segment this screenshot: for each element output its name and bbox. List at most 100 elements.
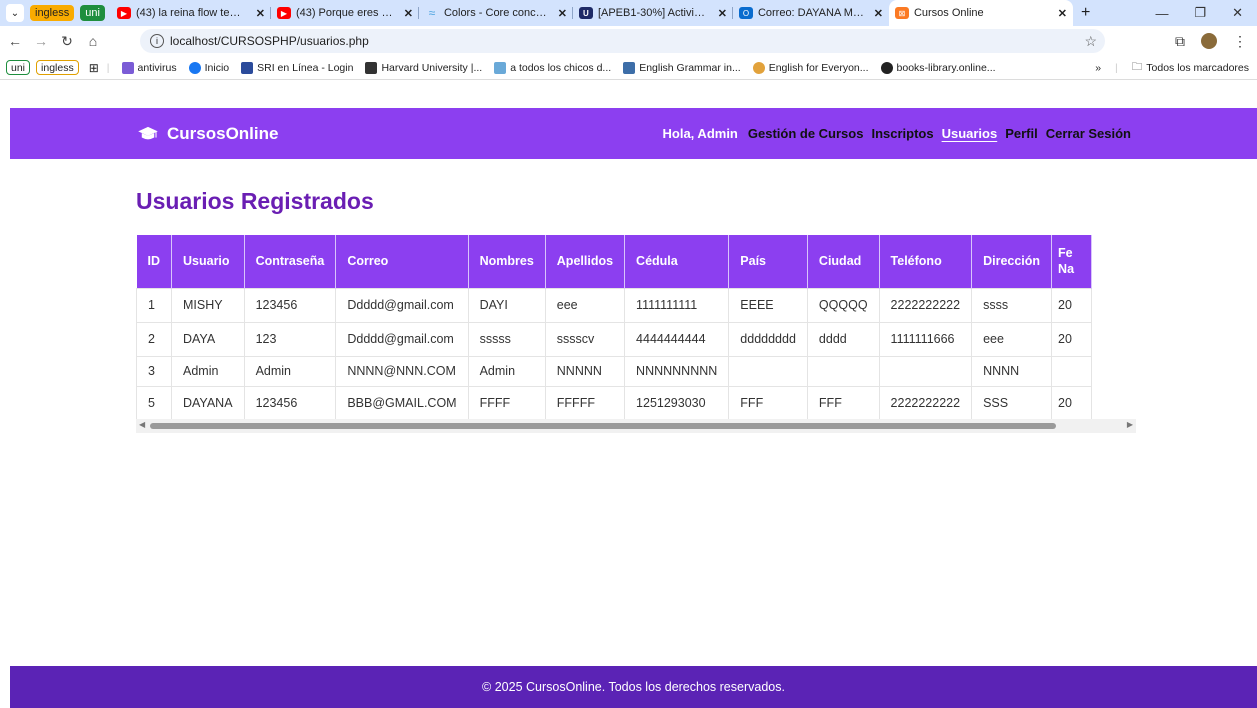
- bookmark-label: a todos los chicos d...: [510, 61, 612, 74]
- tab-group-uni[interactable]: uni: [80, 5, 105, 21]
- cell-correo: BBB@GMAIL.COM: [335, 385, 469, 421]
- extensions-icon[interactable]: ⧉: [1175, 33, 1185, 50]
- bookmark-item[interactable]: English for Everyon...: [752, 61, 869, 74]
- browser-tab-active[interactable]: ⊠ Cursos Online ✕: [888, 0, 1073, 26]
- cell-telefono: [878, 355, 973, 387]
- cell-ciudad: dddd: [806, 321, 880, 357]
- brand-name: CursosOnline: [167, 123, 279, 143]
- scroll-left-arrow-icon[interactable]: ◀: [139, 420, 145, 429]
- bookmark-group-uni[interactable]: uni: [6, 60, 31, 75]
- brand-logo[interactable]: CursosOnline: [137, 108, 278, 159]
- more-bookmarks-icon[interactable]: »: [1095, 62, 1101, 74]
- back-icon[interactable]: ←: [4, 33, 26, 49]
- cell-cedula: NNNNNNNNN: [624, 355, 730, 387]
- tab-title: Colors - Core concepts: [443, 7, 549, 19]
- harvard-icon: [365, 61, 378, 74]
- youtube-icon: ▶: [116, 7, 131, 19]
- nav-perfil[interactable]: Perfil: [1005, 126, 1038, 141]
- forward-icon[interactable]: →: [30, 33, 52, 49]
- bookmark-item[interactable]: antivirus: [121, 61, 177, 74]
- main-nav: Hola, Admin Gestión de Cursos Inscriptos…: [663, 108, 1131, 159]
- cell-direccion: NNNN: [971, 355, 1053, 387]
- table-row: 2 DAYA 123 Ddddd@gmail.com sssss sssscv …: [136, 321, 1093, 357]
- table-row: 3 Admin Admin NNNN@NNN.COM Admin NNNNN N…: [136, 355, 1093, 387]
- tab-search-chevron-icon[interactable]: ⌄: [6, 4, 24, 22]
- close-window-icon[interactable]: ✕: [1232, 5, 1243, 21]
- cell-cedula: 4444444444: [624, 321, 730, 357]
- bookmark-item[interactable]: a todos los chicos d...: [494, 61, 612, 74]
- table-horizontal-scrollbar[interactable]: ◀ ▶: [136, 419, 1136, 433]
- col-header: Usuario: [171, 235, 245, 288]
- bookmark-item[interactable]: books-library.online...: [880, 61, 996, 74]
- browser-tab[interactable]: ▶ (43) Porque eres tú - ve ✕: [271, 0, 419, 26]
- nav-cerrar-sesion[interactable]: Cerrar Sesión: [1046, 126, 1131, 141]
- cell-usuario: DAYA: [171, 321, 245, 357]
- cell-direccion: ssss: [971, 287, 1053, 323]
- bookmark-star-icon[interactable]: ☆: [1084, 33, 1097, 50]
- cell-usuario: Admin: [171, 355, 245, 387]
- browser-tab[interactable]: ≈ Colors - Core concepts ✕: [419, 0, 573, 26]
- url-text: localhost/CURSOSPHP/usuarios.php: [170, 34, 369, 48]
- close-tab-icon[interactable]: ✕: [252, 7, 265, 20]
- cell-pais: FFF: [728, 385, 808, 421]
- cell-id: 2: [136, 321, 172, 357]
- cell-cedula: 1251293030: [624, 385, 730, 421]
- footer-copyright: © 2025 CursosOnline. Todos los derechos …: [482, 680, 785, 694]
- bookmark-label: English Grammar in...: [639, 61, 741, 74]
- site-info-icon[interactable]: i: [150, 34, 164, 48]
- tab-group-ingless[interactable]: ingless: [30, 5, 75, 21]
- bookmark-item[interactable]: Inicio: [188, 61, 229, 74]
- bookmark-group-ingless[interactable]: ingless: [36, 60, 79, 75]
- close-tab-icon[interactable]: ✕: [870, 7, 883, 20]
- apps-grid-icon[interactable]: ⊞: [89, 61, 99, 75]
- close-tab-icon[interactable]: ✕: [714, 7, 727, 20]
- browser-tab[interactable]: U [APEB1-30%] Actividad ✕: [573, 0, 733, 26]
- close-tab-icon[interactable]: ✕: [400, 7, 413, 20]
- scroll-right-arrow-icon[interactable]: ▶: [1127, 420, 1133, 429]
- nav-usuarios[interactable]: Usuarios: [942, 126, 998, 141]
- outlook-icon: O: [738, 7, 753, 19]
- close-tab-icon[interactable]: ✕: [1054, 7, 1067, 20]
- cell-usuario: DAYANA: [171, 385, 245, 421]
- profile-avatar[interactable]: [1201, 33, 1217, 49]
- cell-contrasena: 123: [243, 321, 337, 357]
- col-header: Nombres: [468, 235, 546, 288]
- bookmark-item[interactable]: Harvard University |...: [365, 61, 483, 74]
- bookmark-item[interactable]: English Grammar in...: [623, 61, 741, 74]
- browser-toolbar: ← → ↻ ⌂ i localhost/CURSOSPHP/usuarios.p…: [0, 26, 1257, 56]
- globe-icon: [752, 61, 765, 74]
- more-menu-icon[interactable]: ⋮: [1233, 33, 1247, 50]
- cell-telefono: 2222222222: [878, 385, 973, 421]
- facebook-icon: [188, 61, 201, 74]
- table-row: 1 MISHY 123456 Ddddd@gmail.com DAYI eee …: [136, 287, 1093, 323]
- bookmark-item[interactable]: SRI en Línea - Login: [241, 61, 353, 74]
- reload-icon[interactable]: ↻: [56, 33, 78, 50]
- browser-tab[interactable]: O Correo: DAYANA MICH ✕: [733, 0, 889, 26]
- scrollbar-thumb[interactable]: [150, 423, 1056, 429]
- col-header: Apellidos: [545, 235, 626, 288]
- new-tab-icon[interactable]: +: [1081, 4, 1090, 22]
- col-header: Dirección: [971, 235, 1053, 288]
- browser-tab[interactable]: ▶ (43) la reina flow tempo ✕: [111, 0, 271, 26]
- close-tab-icon[interactable]: ✕: [554, 7, 567, 20]
- all-bookmarks-folder[interactable]: 🗀 Todos los marcadores: [1132, 59, 1249, 77]
- bookmark-label: Harvard University |...: [381, 61, 483, 74]
- cell-telefono: 2222222222: [878, 287, 973, 323]
- site-header: CursosOnline Hola, Admin Gestión de Curs…: [10, 108, 1257, 159]
- cell-ciudad: FFF: [806, 385, 880, 421]
- minimize-icon[interactable]: —: [1155, 6, 1168, 21]
- cell-fecha-nacimiento: 20: [1051, 385, 1093, 421]
- col-header: Cédula: [624, 235, 730, 288]
- home-icon[interactable]: ⌂: [82, 33, 104, 49]
- bookmark-label: English for Everyon...: [768, 61, 869, 74]
- nav-gestion-cursos[interactable]: Gestión de Cursos: [748, 126, 864, 141]
- book-icon: [623, 61, 636, 74]
- graduation-cap-icon: [138, 126, 158, 139]
- restore-icon[interactable]: ❐: [1194, 5, 1206, 21]
- chat-icon: [494, 61, 507, 74]
- address-bar[interactable]: i localhost/CURSOSPHP/usuarios.php ☆: [140, 29, 1105, 53]
- cell-nombres: DAYI: [467, 287, 546, 323]
- cell-apellidos: eee: [544, 287, 626, 323]
- nav-inscriptos[interactable]: Inscriptos: [871, 126, 933, 141]
- cell-apellidos: NNNNN: [544, 355, 626, 387]
